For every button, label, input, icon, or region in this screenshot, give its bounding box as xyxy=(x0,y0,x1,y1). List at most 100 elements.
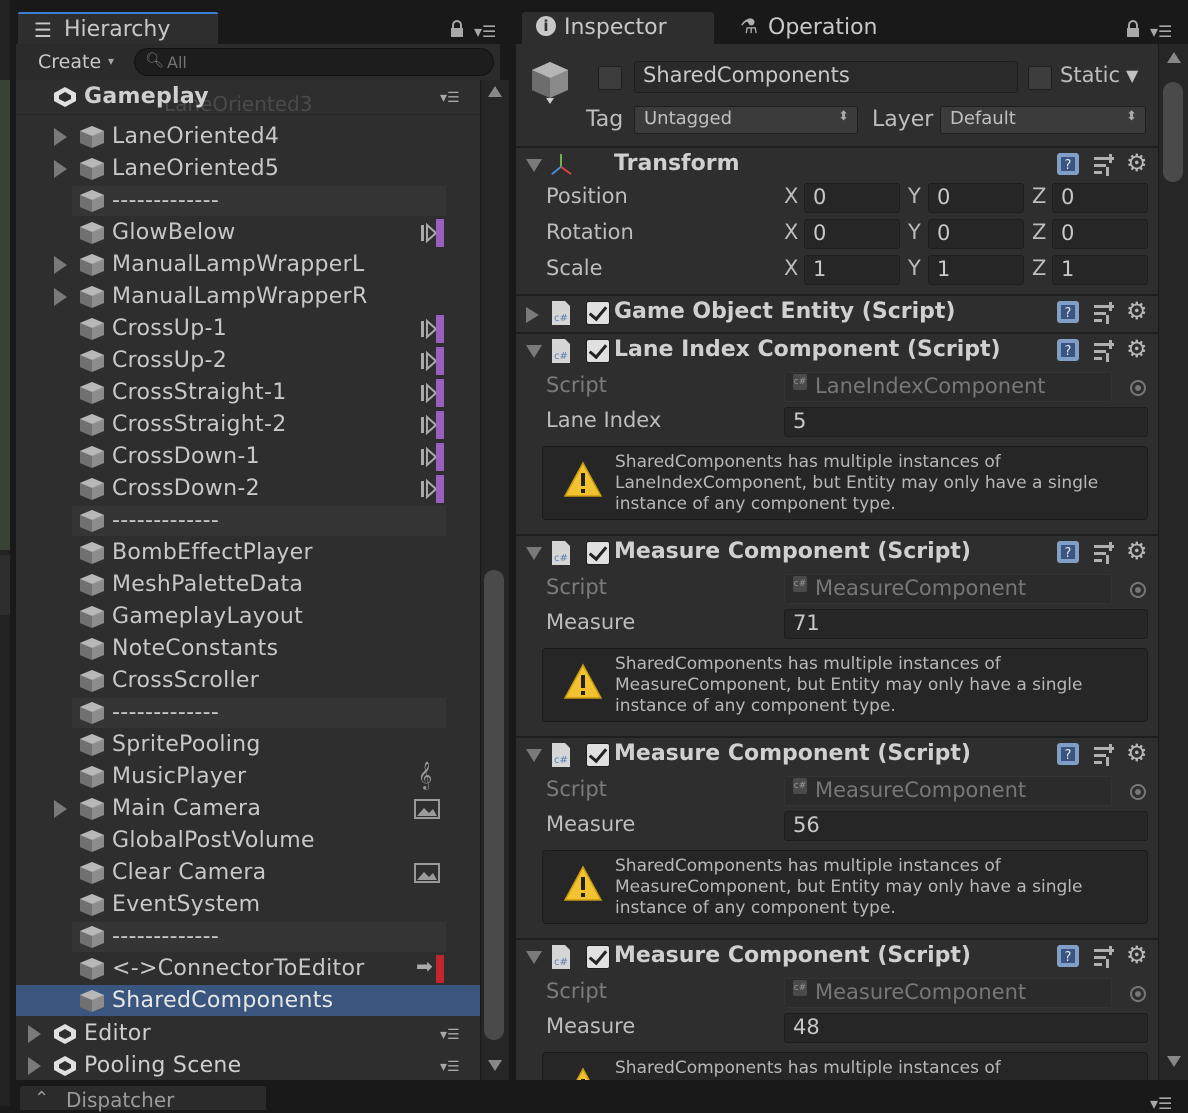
scene-header[interactable]: Pooling Scene ▾☰ xyxy=(16,1050,480,1080)
hierarchy-item[interactable]: EventSystem xyxy=(16,889,480,921)
object-picker-icon[interactable] xyxy=(1130,986,1146,1002)
presets-icon[interactable] xyxy=(1092,152,1116,176)
hierarchy-item[interactable]: CrossStraight-1 xyxy=(16,377,480,409)
transform-x-field[interactable]: 0 xyxy=(804,219,900,249)
tab-dispatcher[interactable]: ⌃ Dispatcher xyxy=(20,1086,266,1112)
component-enabled-checkbox[interactable] xyxy=(586,743,610,767)
hierarchy-scrollbar[interactable] xyxy=(480,80,509,1080)
foldout-open-icon[interactable] xyxy=(526,159,542,172)
foldout-closed-icon[interactable] xyxy=(54,256,67,274)
transform-z-field[interactable]: 0 xyxy=(1052,183,1148,213)
scroll-up-icon[interactable] xyxy=(488,86,502,97)
scene-header-gameplay[interactable]: LaneOriented3 Gameplay ▾☰ xyxy=(16,80,480,116)
foldout-closed-icon[interactable] xyxy=(526,307,539,323)
separator-item[interactable]: ------------- xyxy=(16,697,480,729)
foldout-open-icon[interactable] xyxy=(526,345,542,358)
scene-header[interactable]: Editor ▾☰ xyxy=(16,1018,480,1050)
tag-dropdown[interactable]: Untagged ⬍ xyxy=(634,106,858,134)
presets-icon[interactable] xyxy=(1092,338,1116,362)
hierarchy-item[interactable]: SharedComponents xyxy=(16,985,480,1016)
presets-icon[interactable] xyxy=(1092,944,1116,968)
hierarchy-item[interactable]: ManualLampWrapperR xyxy=(16,281,480,313)
gear-icon[interactable]: ⚙ xyxy=(1126,537,1148,565)
hierarchy-list[interactable]: LaneOriented4 LaneOriented5 ------------- G… xyxy=(16,80,480,1080)
separator-item[interactable]: ------------- xyxy=(16,505,480,537)
component-enabled-checkbox[interactable] xyxy=(586,541,610,565)
tab-operation[interactable]: ⚗ Operation xyxy=(720,12,920,44)
hierarchy-item[interactable]: LaneOriented4 xyxy=(16,121,480,153)
hierarchy-item[interactable]: GlobalPostVolume xyxy=(16,825,480,857)
transform-x-field[interactable]: 1 xyxy=(804,255,900,285)
gear-icon[interactable]: ⚙ xyxy=(1126,297,1148,325)
foldout-closed-icon[interactable] xyxy=(54,160,67,178)
hierarchy-item[interactable]: CrossDown-1 xyxy=(16,441,480,473)
scroll-down-icon[interactable] xyxy=(1167,1056,1181,1067)
presets-icon[interactable] xyxy=(1092,742,1116,766)
transform-z-field[interactable]: 1 xyxy=(1052,255,1148,285)
hierarchy-item[interactable]: CrossUp-1 xyxy=(16,313,480,345)
foldout-open-icon[interactable] xyxy=(526,547,542,560)
foldout-closed-icon[interactable] xyxy=(54,128,67,146)
hierarchy-item[interactable]: <->ConnectorToEditor ➡ xyxy=(16,953,480,985)
scroll-down-icon[interactable] xyxy=(488,1060,502,1071)
object-name-input[interactable]: SharedComponents xyxy=(634,61,1018,93)
component-enabled-checkbox[interactable] xyxy=(586,945,610,969)
hierarchy-item[interactable]: CrossUp-2 xyxy=(16,345,480,377)
int-field[interactable]: 48 xyxy=(784,1013,1148,1043)
hierarchy-item[interactable]: LaneOriented5 xyxy=(16,153,480,185)
static-checkbox[interactable] xyxy=(1028,66,1052,90)
hierarchy-item[interactable]: MeshPaletteData xyxy=(16,569,480,601)
gear-icon[interactable]: ⚙ xyxy=(1126,739,1148,767)
int-field[interactable]: 71 xyxy=(784,609,1148,639)
gear-icon[interactable]: ⚙ xyxy=(1126,149,1148,177)
inspector-lock-icon[interactable] xyxy=(1126,20,1140,42)
panel-menu-icon[interactable]: ▾☰ xyxy=(474,22,496,41)
foldout-closed-icon[interactable] xyxy=(28,1057,41,1075)
hierarchy-item[interactable]: GameplayLayout xyxy=(16,601,480,633)
foldout-open-icon[interactable] xyxy=(526,951,542,964)
scene-menu-icon[interactable]: ▾☰ xyxy=(440,1027,460,1043)
hierarchy-search[interactable]: 🔍︎ xyxy=(134,48,494,76)
foldout-closed-icon[interactable] xyxy=(28,1025,41,1043)
foldout-closed-icon[interactable] xyxy=(54,288,67,306)
separator-item[interactable]: ------------- xyxy=(16,185,480,217)
component-enabled-checkbox[interactable] xyxy=(586,339,610,363)
presets-icon[interactable] xyxy=(1092,300,1116,324)
hierarchy-item[interactable]: MusicPlayer 𝄞 xyxy=(16,761,480,793)
transform-y-field[interactable]: 1 xyxy=(928,255,1024,285)
hierarchy-item[interactable]: GlowBelow xyxy=(16,217,480,249)
scroll-thumb[interactable] xyxy=(484,570,504,1040)
component-enabled-checkbox[interactable] xyxy=(586,301,610,325)
gear-icon[interactable]: ⚙ xyxy=(1126,335,1148,363)
transform-z-field[interactable]: 0 xyxy=(1052,219,1148,249)
tab-hierarchy[interactable]: ☰ Hierarchy xyxy=(18,12,218,46)
script-component-header[interactable]: c# Measure Component (Script)? ⚙ xyxy=(516,736,1158,774)
create-button[interactable]: Create ▾ xyxy=(22,48,126,76)
active-checkbox[interactable] xyxy=(598,66,622,90)
foldout-open-icon[interactable] xyxy=(526,749,542,762)
hierarchy-item[interactable]: Clear Camera xyxy=(16,857,480,889)
bottom-panel-menu-icon[interactable]: ▾☰ xyxy=(1150,1094,1172,1113)
transform-y-field[interactable]: 0 xyxy=(928,219,1024,249)
help-icon[interactable]: ? xyxy=(1056,338,1080,362)
hierarchy-item[interactable]: NoteConstants xyxy=(16,633,480,665)
transform-y-field[interactable]: 0 xyxy=(928,183,1024,213)
tab-inspector[interactable]: i Inspector xyxy=(522,12,714,44)
presets-icon[interactable] xyxy=(1092,540,1116,564)
transform-header[interactable]: Transform ? ⚙ xyxy=(516,146,1158,184)
foldout-closed-icon[interactable] xyxy=(54,800,67,818)
script-component-header[interactable]: c# Measure Component (Script)? ⚙ xyxy=(516,534,1158,572)
transform-x-field[interactable]: 0 xyxy=(804,183,900,213)
script-component-header[interactable]: c# Lane Index Component (Script)? ⚙ xyxy=(516,332,1158,370)
hierarchy-item[interactable]: SpritePooling xyxy=(16,729,480,761)
search-input[interactable] xyxy=(165,50,469,74)
help-icon[interactable]: ? xyxy=(1056,944,1080,968)
inspector-menu-icon[interactable]: ▾☰ xyxy=(1150,22,1172,41)
hierarchy-item[interactable]: ManualLampWrapperL xyxy=(16,249,480,281)
scene-menu-icon[interactable]: ▾☰ xyxy=(440,1059,460,1075)
help-icon[interactable]: ? xyxy=(1056,742,1080,766)
inspector-scrollbar[interactable] xyxy=(1158,44,1188,1080)
scroll-thumb[interactable] xyxy=(1163,82,1183,182)
layer-dropdown[interactable]: Default ⬍ xyxy=(940,106,1146,134)
int-field[interactable]: 5 xyxy=(784,407,1148,437)
